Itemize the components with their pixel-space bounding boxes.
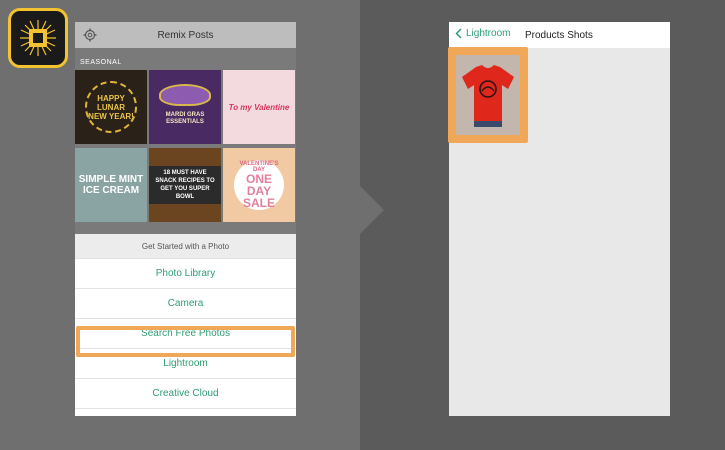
- red-tshirt-image: [462, 65, 514, 127]
- close-button[interactable]: [75, 408, 296, 416]
- remix-posts-header: Remix Posts: [75, 22, 296, 48]
- album-header: Lightroom Products Shots: [449, 22, 670, 48]
- tile-text: MARDI GRAS ESSENTIALS: [165, 112, 205, 125]
- option-camera[interactable]: Camera: [75, 288, 296, 318]
- album-title: Products Shots: [525, 30, 593, 41]
- tile-ring: HAPPY LUNAR NEW YEAR!: [85, 81, 137, 133]
- tshirt-photo: [456, 55, 520, 135]
- sale-badge: VALENTINE'S DAY ONE DAY SALE: [234, 160, 284, 210]
- option-creative-cloud[interactable]: Creative Cloud: [75, 378, 296, 408]
- page-title: Remix Posts: [157, 29, 214, 41]
- template-grid: HAPPY LUNAR NEW YEAR! MARDI GRAS ESSENTI…: [75, 70, 296, 234]
- section-label: SEASONAL: [80, 59, 122, 66]
- mask-graphic: [159, 84, 211, 106]
- template-tile-mint-ice-cream[interactable]: SIMPLE MINT ICE CREAM: [75, 148, 147, 222]
- sparkle-square-icon: [20, 20, 56, 56]
- template-tile-mardi-gras[interactable]: MARDI GRAS ESSENTIALS: [149, 70, 221, 144]
- lightroom-option-highlight: [76, 326, 295, 357]
- back-label: Lightroom: [466, 28, 511, 39]
- tile-text: 18 MUST HAVE SNACK RECIPES TO GET YOU SU…: [149, 166, 221, 204]
- chevron-left-icon: [455, 28, 462, 39]
- gear-icon[interactable]: [83, 28, 97, 42]
- template-tile-lunar-new-year[interactable]: HAPPY LUNAR NEW YEAR!: [75, 70, 147, 144]
- tile-text: HAPPY LUNAR NEW YEAR!: [88, 93, 134, 121]
- tile-text: SIMPLE MINT ICE CREAM: [78, 174, 144, 196]
- template-tile-snack-recipes[interactable]: 18 MUST HAVE SNACK RECIPES TO GET YOU SU…: [149, 148, 221, 222]
- template-tile-valentine[interactable]: To my Valentine: [223, 70, 295, 144]
- photo-thumbnail-selected[interactable]: [448, 47, 528, 143]
- option-photo-library[interactable]: Photo Library: [75, 258, 296, 288]
- spark-post-app-icon: [8, 8, 68, 68]
- template-tile-one-day-sale[interactable]: VALENTINE'S DAY ONE DAY SALE: [223, 148, 295, 222]
- step-arrow: [360, 186, 384, 234]
- tile-text: To my Valentine: [228, 102, 290, 112]
- action-sheet-title: Get Started with a Photo: [75, 234, 296, 258]
- tile-text-large: ONE DAY SALE: [242, 172, 275, 210]
- back-button[interactable]: Lightroom: [455, 28, 510, 39]
